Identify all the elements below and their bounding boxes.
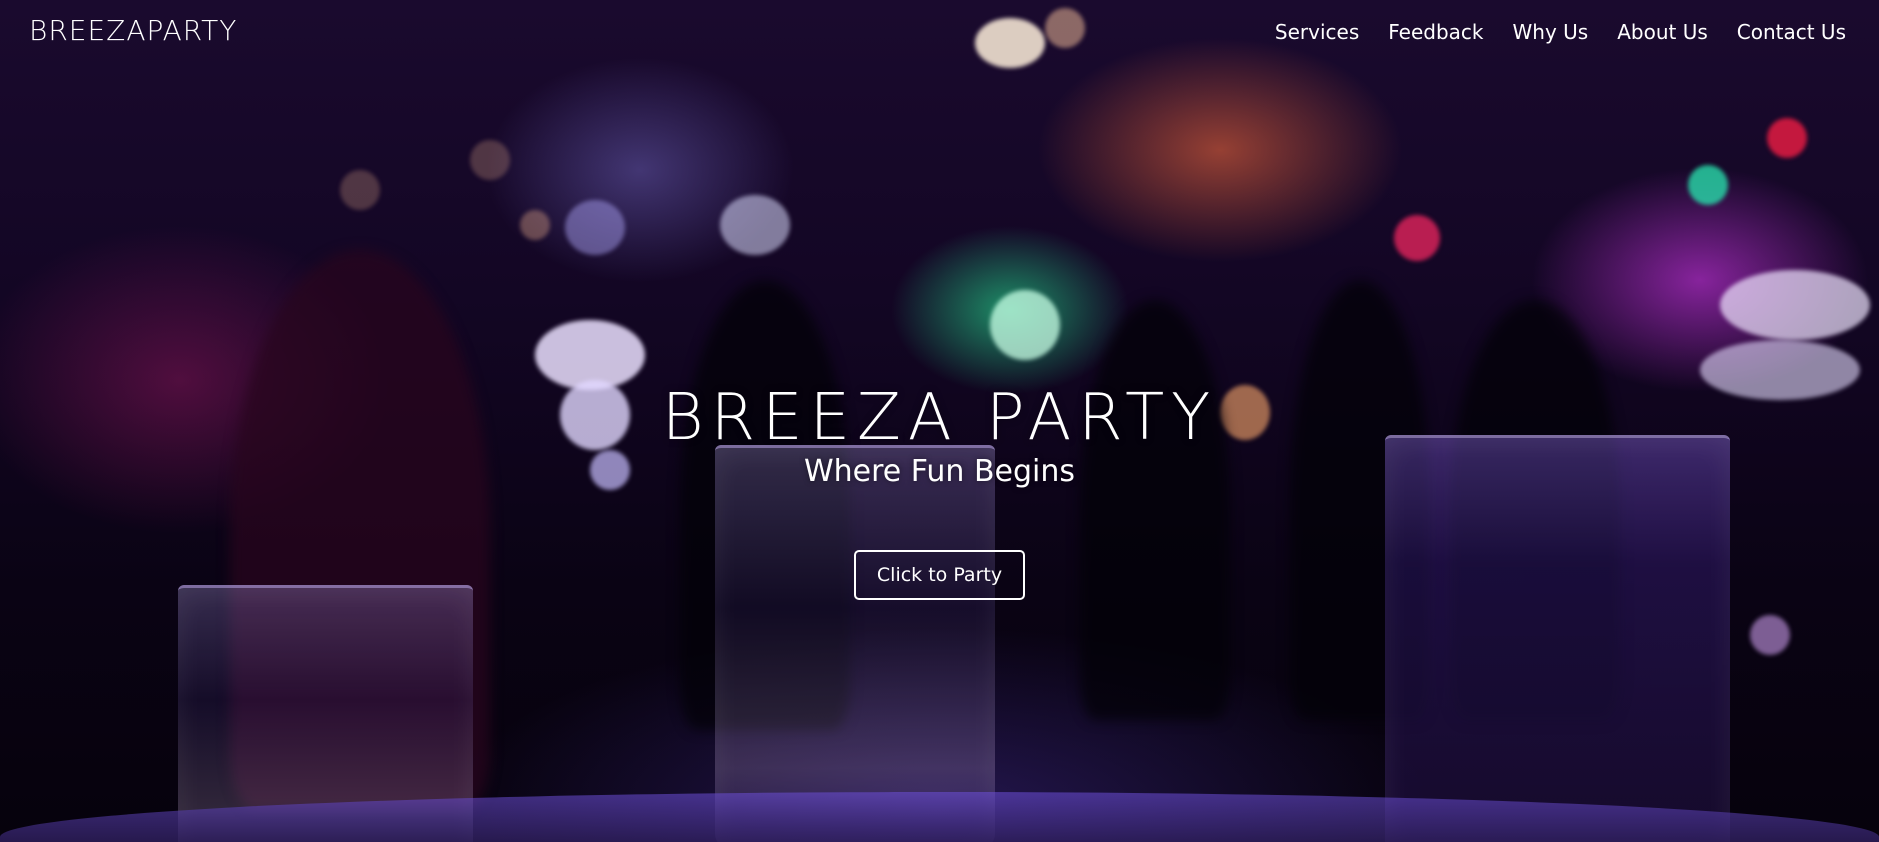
navbar: BREEZAPARTY Services Feedback Why Us Abo… (0, 0, 1879, 64)
bokeh-light (520, 210, 550, 240)
bokeh-light (1750, 615, 1790, 655)
bokeh-light (1767, 118, 1807, 158)
bokeh-light (470, 140, 510, 180)
nav-link-why-us[interactable]: Why Us (1513, 20, 1589, 44)
bokeh-light (1720, 270, 1870, 340)
hero-section: BREEZAPARTY Services Feedback Why Us Abo… (0, 0, 1879, 842)
hero-content: BREEZA PARTY Where Fun Begins Click to P… (0, 385, 1879, 600)
nav-link-services[interactable]: Services (1275, 20, 1359, 44)
nav-link-feedback[interactable]: Feedback (1388, 20, 1483, 44)
nav-link-contact-us[interactable]: Contact Us (1737, 20, 1846, 44)
nav-link-about-us[interactable]: About Us (1617, 20, 1708, 44)
brand-logo[interactable]: BREEZAPARTY (29, 14, 237, 47)
bokeh-light (1688, 165, 1728, 205)
hero-subtitle: Where Fun Begins (803, 454, 1076, 489)
nav-menu: Services Feedback Why Us About Us Contac… (1275, 20, 1846, 44)
bokeh-light (1394, 215, 1440, 261)
bokeh-light (565, 200, 625, 255)
hero-title: BREEZA PARTY (661, 381, 1218, 455)
bokeh-light (990, 290, 1060, 360)
bokeh-light (340, 170, 380, 210)
click-to-party-button[interactable]: Click to Party (853, 550, 1026, 600)
bokeh-light (720, 195, 790, 255)
